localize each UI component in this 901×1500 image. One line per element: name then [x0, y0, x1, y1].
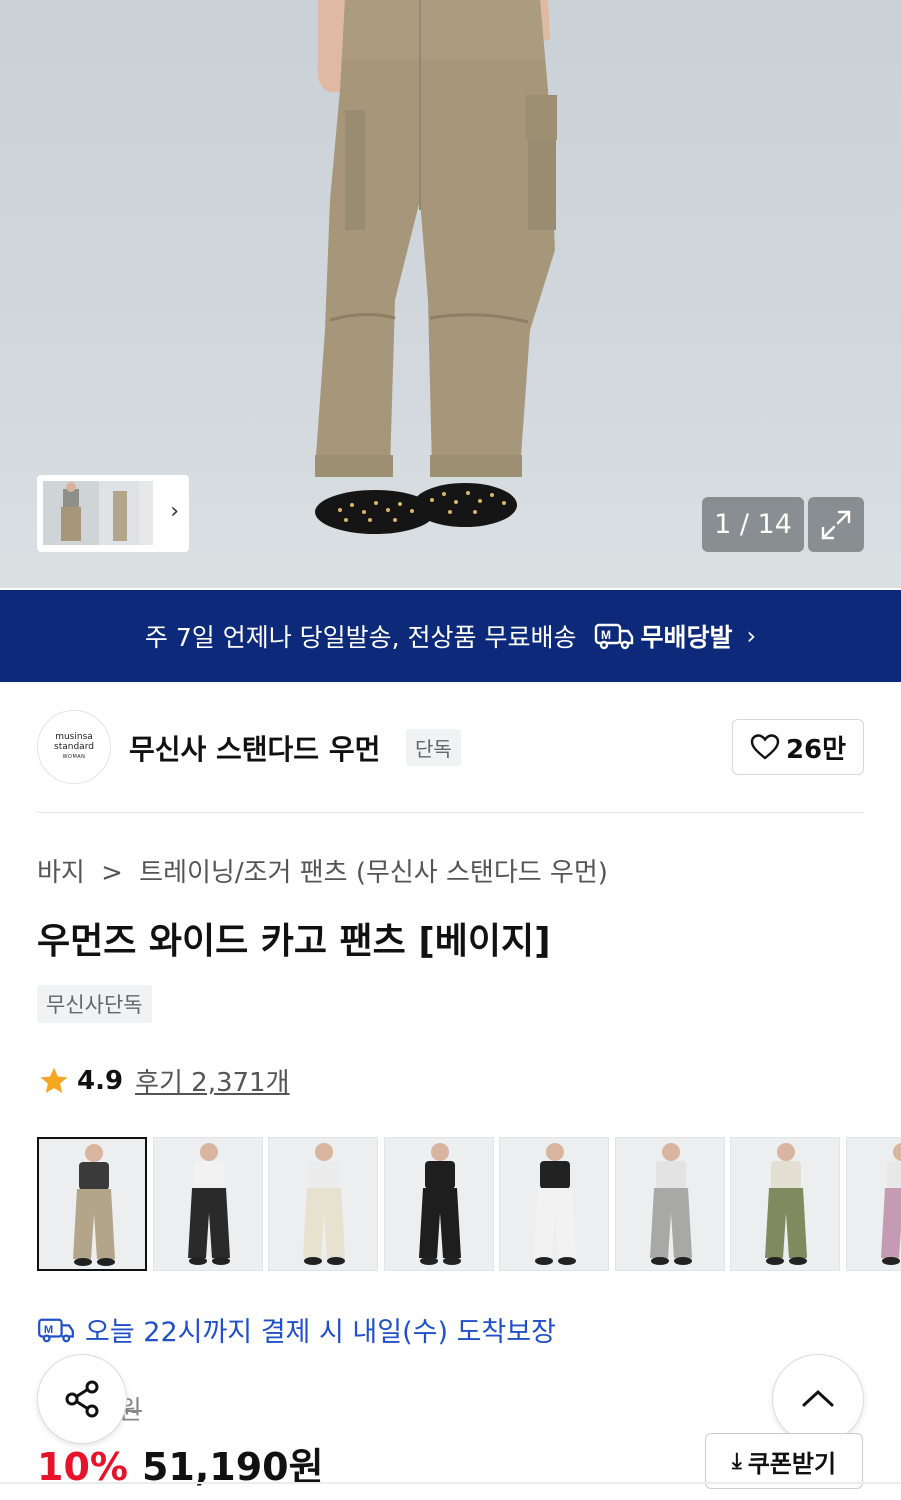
hero-thumbnail[interactable]: [43, 481, 99, 545]
expand-icon[interactable]: [808, 497, 864, 552]
brand-logo-line: WOMAN: [62, 754, 86, 760]
brand-row: musinsa standard WOMAN 무신사 스탠다드 우먼 단독 26…: [37, 710, 864, 786]
divider: [0, 1482, 901, 1484]
color-option-pink[interactable]: [846, 1137, 901, 1271]
delivery-truck-icon: M: [595, 623, 634, 650]
delivery-truck-icon: M: [38, 1318, 74, 1342]
color-option-list[interactable]: [37, 1137, 901, 1271]
product-title: 우먼즈 와이드 카고 팬츠 [베이지]: [37, 921, 551, 962]
coupon-label: 쿠폰받기: [747, 1449, 837, 1478]
color-option-khaki[interactable]: [730, 1137, 840, 1271]
chevron-right-icon[interactable]: ›: [170, 499, 179, 524]
product-hero-image[interactable]: › 1 / 14: [0, 0, 901, 588]
chevron-right-icon: >: [101, 858, 123, 888]
svg-text:M: M: [44, 1323, 53, 1335]
exclusive-badge: 무신사단독: [37, 985, 152, 1023]
download-icon: ⤓: [731, 1448, 742, 1474]
delivery-text: 오늘 22시까지 결제 시 내일(수) 도착보장: [85, 1317, 556, 1348]
chevron-right-icon: ›: [746, 622, 757, 650]
star-icon: [40, 1067, 68, 1093]
color-option-black-2[interactable]: [384, 1137, 494, 1271]
share-icon: [65, 1380, 99, 1418]
scroll-top-button[interactable]: [772, 1354, 864, 1444]
review-link[interactable]: 후기 2,371개: [135, 1062, 289, 1099]
coupon-button[interactable]: ⤓ 쿠폰받기: [705, 1433, 863, 1489]
share-button[interactable]: [37, 1354, 127, 1444]
svg-text:M: M: [601, 628, 611, 642]
image-counter: 1 / 14: [702, 497, 804, 552]
like-count: 26만: [785, 734, 847, 765]
brand-name[interactable]: 무신사 스탠다드 우먼: [129, 728, 380, 768]
color-option-white[interactable]: [499, 1137, 609, 1271]
divider: [37, 812, 864, 813]
color-option-beige[interactable]: [37, 1137, 147, 1271]
color-option-gray[interactable]: [615, 1137, 725, 1271]
breadcrumb: 바지 > 트레이닝/조거 팬츠 (무신사 스탠다드 우먼): [37, 852, 616, 889]
brand-logo[interactable]: musinsa standard WOMAN: [37, 710, 111, 784]
delivery-promo-banner[interactable]: 주 7일 언제나 당일발송, 전상품 무료배송 M 무배당발 ›: [0, 590, 901, 682]
rating-score: 4.9: [77, 1065, 124, 1096]
hero-thumbnail[interactable]: [99, 481, 139, 545]
delivery-guarantee: M 오늘 22시까지 결제 시 내일(수) 도착보장: [37, 1310, 556, 1349]
brand-exclusive-tag: 단독: [406, 729, 461, 766]
hero-thumbnail-strip[interactable]: ›: [37, 475, 189, 552]
color-option-black[interactable]: [153, 1137, 263, 1271]
banner-brand: M 무배당발: [594, 618, 733, 654]
color-option-ivory[interactable]: [268, 1137, 378, 1271]
banner-brand-label: 무배당발: [640, 623, 733, 652]
brand-logo-line: standard: [54, 742, 94, 752]
breadcrumb-category[interactable]: 바지: [37, 858, 85, 888]
brand-logo-line: musinsa: [55, 732, 93, 742]
heart-icon: [750, 734, 780, 760]
rating-row: 4.9 후기 2,371개: [37, 1062, 290, 1099]
chevron-up-icon: [802, 1389, 834, 1407]
breadcrumb-subcategory[interactable]: 트레이닝/조거 팬츠 (무신사 스탠다드 우먼): [139, 858, 608, 888]
brand-like-button[interactable]: 26만: [732, 719, 864, 775]
banner-text: 주 7일 언제나 당일발송, 전상품 무료배송: [144, 623, 577, 652]
hero-thumbnail[interactable]: [139, 481, 153, 545]
